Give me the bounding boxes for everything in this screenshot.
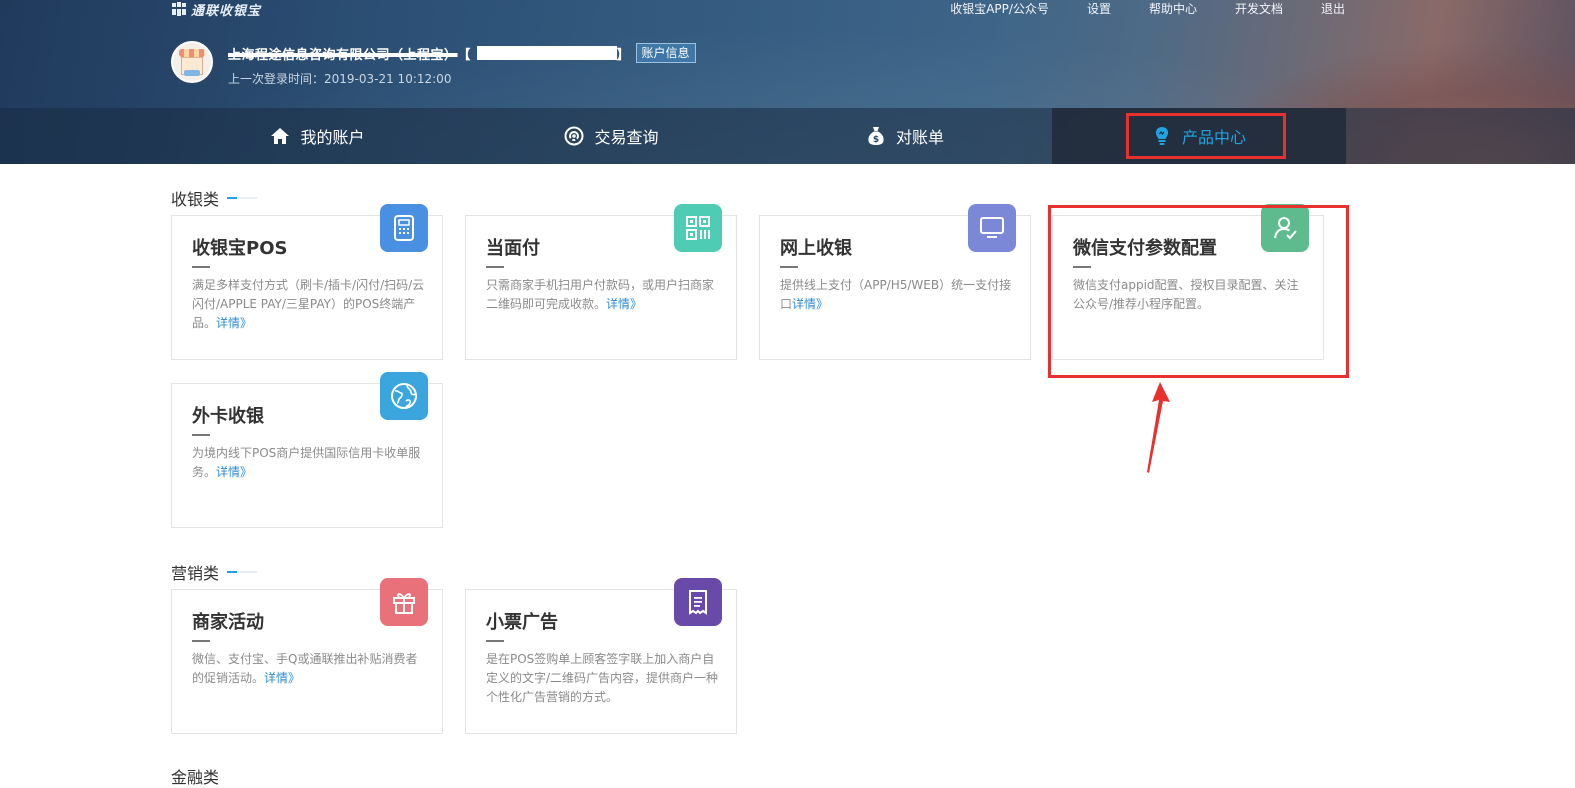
tab-statement[interactable]: $ 对账单	[758, 108, 1052, 164]
company-info: 上海程途信息咨询有限公司（上程宝） 【 】 账户信息	[228, 43, 696, 63]
section-title-marketing: 营销类	[171, 560, 258, 584]
logo-mark-icon	[172, 2, 186, 16]
details-link[interactable]: 详情》	[216, 316, 252, 330]
pos-icon	[380, 204, 428, 252]
redacted-merchant-id	[476, 46, 617, 60]
tab-transaction-query[interactable]: 交易查询	[465, 108, 758, 164]
details-link[interactable]: 详情》	[606, 297, 642, 311]
card-divider	[486, 640, 504, 642]
card-description-text: 是在POS签购单上顾客签字联上加入商户自定义的文字/二维码广告内容，提供商户一种…	[486, 652, 719, 704]
card-description: 微信、支付宝、手Q或通联推出补贴消费者的促销活动。详情》	[192, 650, 428, 688]
gift-icon	[380, 578, 428, 626]
main-navigation: 我的账户 交易查询 $ 对账单 产品中心	[0, 108, 1575, 164]
details-link[interactable]: 详情》	[216, 465, 252, 479]
section-title-finance-label: 金融类	[171, 768, 220, 787]
section-title-cashier: 收银类	[171, 186, 258, 210]
tab-my-account-label: 我的账户	[300, 128, 365, 147]
account-info-button[interactable]: 账户信息	[635, 43, 696, 63]
topnav-app-link[interactable]: 收银宝APP/公众号	[950, 0, 1049, 18]
product-card-merchant-activity[interactable]: 商家活动 微信、支付宝、手Q或通联推出补贴消费者的促销活动。详情》	[171, 578, 443, 734]
card-title: 商家活动	[192, 612, 264, 633]
details-link[interactable]: 详情》	[792, 297, 828, 311]
card-title: 收银宝POS	[192, 238, 288, 259]
svg-text:$: $	[873, 135, 879, 145]
card-divider	[780, 266, 798, 268]
lightbulb-icon	[1155, 127, 1169, 145]
header-banner: 通联收银宝 收银宝APP/公众号 设置 帮助中心 开发文档 退出 上海程途信息咨…	[0, 0, 1575, 164]
brand-name: 通联收银宝	[191, 3, 262, 19]
globe-icon	[380, 372, 428, 420]
bracket-open: 【	[457, 47, 471, 63]
user-check-icon	[1261, 204, 1309, 252]
last-login-time: 上一次登录时间：2019-03-21 10:12:00	[228, 72, 452, 86]
card-description-text: 微信、支付宝、手Q或通联推出补贴消费者的促销活动。	[192, 652, 418, 685]
money-bag-icon: $	[868, 127, 884, 145]
product-card-receipt-ad[interactable]: 小票广告 是在POS签购单上顾客签字联上加入商户自定义的文字/二维码广告内容，提…	[465, 578, 737, 734]
card-description: 提供线上支付（APP/H5/WEB）统一支付接口详情》	[780, 276, 1016, 314]
card-description-text: 只需商家手机扫用户付款码，或用户扫商家二维码即可完成收款。	[486, 278, 715, 311]
section-title-finance: 金融类	[171, 764, 219, 788]
tab-my-account[interactable]: 我的账户	[170, 108, 465, 164]
card-description: 是在POS签购单上顾客签字联上加入商户自定义的文字/二维码广告内容，提供商户一种…	[486, 650, 722, 707]
card-description: 只需商家手机扫用户付款码，或用户扫商家二维码即可完成收款。详情》	[486, 276, 722, 314]
topnav-logout-link[interactable]: 退出	[1321, 0, 1345, 18]
section-title-underline	[227, 571, 258, 573]
topnav-dev-docs-link[interactable]: 开发文档	[1235, 0, 1283, 18]
qrcode-icon	[674, 204, 722, 252]
product-card-wechat-config[interactable]: 微信支付参数配置 微信支付appid配置、授权目录配置、关注公众号/推荐小程序配…	[1052, 204, 1324, 360]
details-link[interactable]: 详情》	[264, 671, 300, 685]
card-divider	[192, 640, 210, 642]
section-title-underline	[227, 197, 258, 199]
product-card-pos[interactable]: 收银宝POS 满足多样支付方式（刷卡/插卡/闪付/扫码/云闪付/APPLE PA…	[171, 204, 443, 360]
card-title: 外卡收银	[192, 406, 264, 427]
card-title: 网上收银	[780, 238, 852, 259]
tab-product-center[interactable]: 产品中心	[1052, 108, 1346, 164]
card-divider	[192, 434, 210, 436]
card-title: 当面付	[486, 238, 540, 259]
card-title: 微信支付参数配置	[1073, 238, 1217, 259]
card-description: 微信支付appid配置、授权目录配置、关注公众号/推荐小程序配置。	[1073, 276, 1309, 314]
product-card-face-pay[interactable]: 当面付 只需商家手机扫用户付款码，或用户扫商家二维码即可完成收款。详情》	[465, 204, 737, 360]
card-description: 满足多样支付方式（刷卡/插卡/闪付/扫码/云闪付/APPLE PAY/三星PAY…	[192, 276, 428, 333]
card-divider	[486, 266, 504, 268]
card-divider	[192, 266, 210, 268]
topnav-help-link[interactable]: 帮助中心	[1149, 0, 1197, 18]
company-name: 上海程途信息咨询有限公司（上程宝）	[228, 47, 458, 63]
topnav-settings-link[interactable]: 设置	[1087, 0, 1111, 18]
product-card-online-cashier[interactable]: 网上收银 提供线上支付（APP/H5/WEB）统一支付接口详情》	[759, 204, 1031, 360]
home-icon	[271, 128, 290, 144]
brand-logo[interactable]: 通联收银宝	[171, 0, 262, 19]
tab-statement-label: 对账单	[895, 128, 944, 147]
monitor-icon	[968, 204, 1016, 252]
tab-product-center-label: 产品中心	[1181, 128, 1246, 147]
annotation-arrow	[1147, 382, 1170, 473]
avatar-shop-sign	[184, 70, 200, 76]
card-description-text: 微信支付appid配置、授权目录配置、关注公众号/推荐小程序配置。	[1073, 278, 1299, 311]
card-title: 小票广告	[486, 612, 558, 633]
avatar-shop-awning	[179, 49, 205, 57]
section-title-cashier-label: 收银类	[171, 190, 220, 209]
avatar	[171, 41, 213, 83]
top-navigation: 收银宝APP/公众号 设置 帮助中心 开发文档 退出	[912, 0, 1345, 18]
receipt-icon	[674, 578, 722, 626]
section-title-marketing-label: 营销类	[171, 564, 220, 583]
search-circle-icon	[564, 126, 584, 146]
bracket-close: 】	[616, 47, 630, 63]
card-description: 为境内线下POS商户提供国际信用卡收单服务。详情》	[192, 444, 428, 482]
tab-transaction-query-label: 交易查询	[594, 128, 659, 147]
card-divider	[1073, 266, 1091, 268]
product-card-foreign-card[interactable]: 外卡收银 为境内线下POS商户提供国际信用卡收单服务。详情》	[171, 372, 443, 528]
